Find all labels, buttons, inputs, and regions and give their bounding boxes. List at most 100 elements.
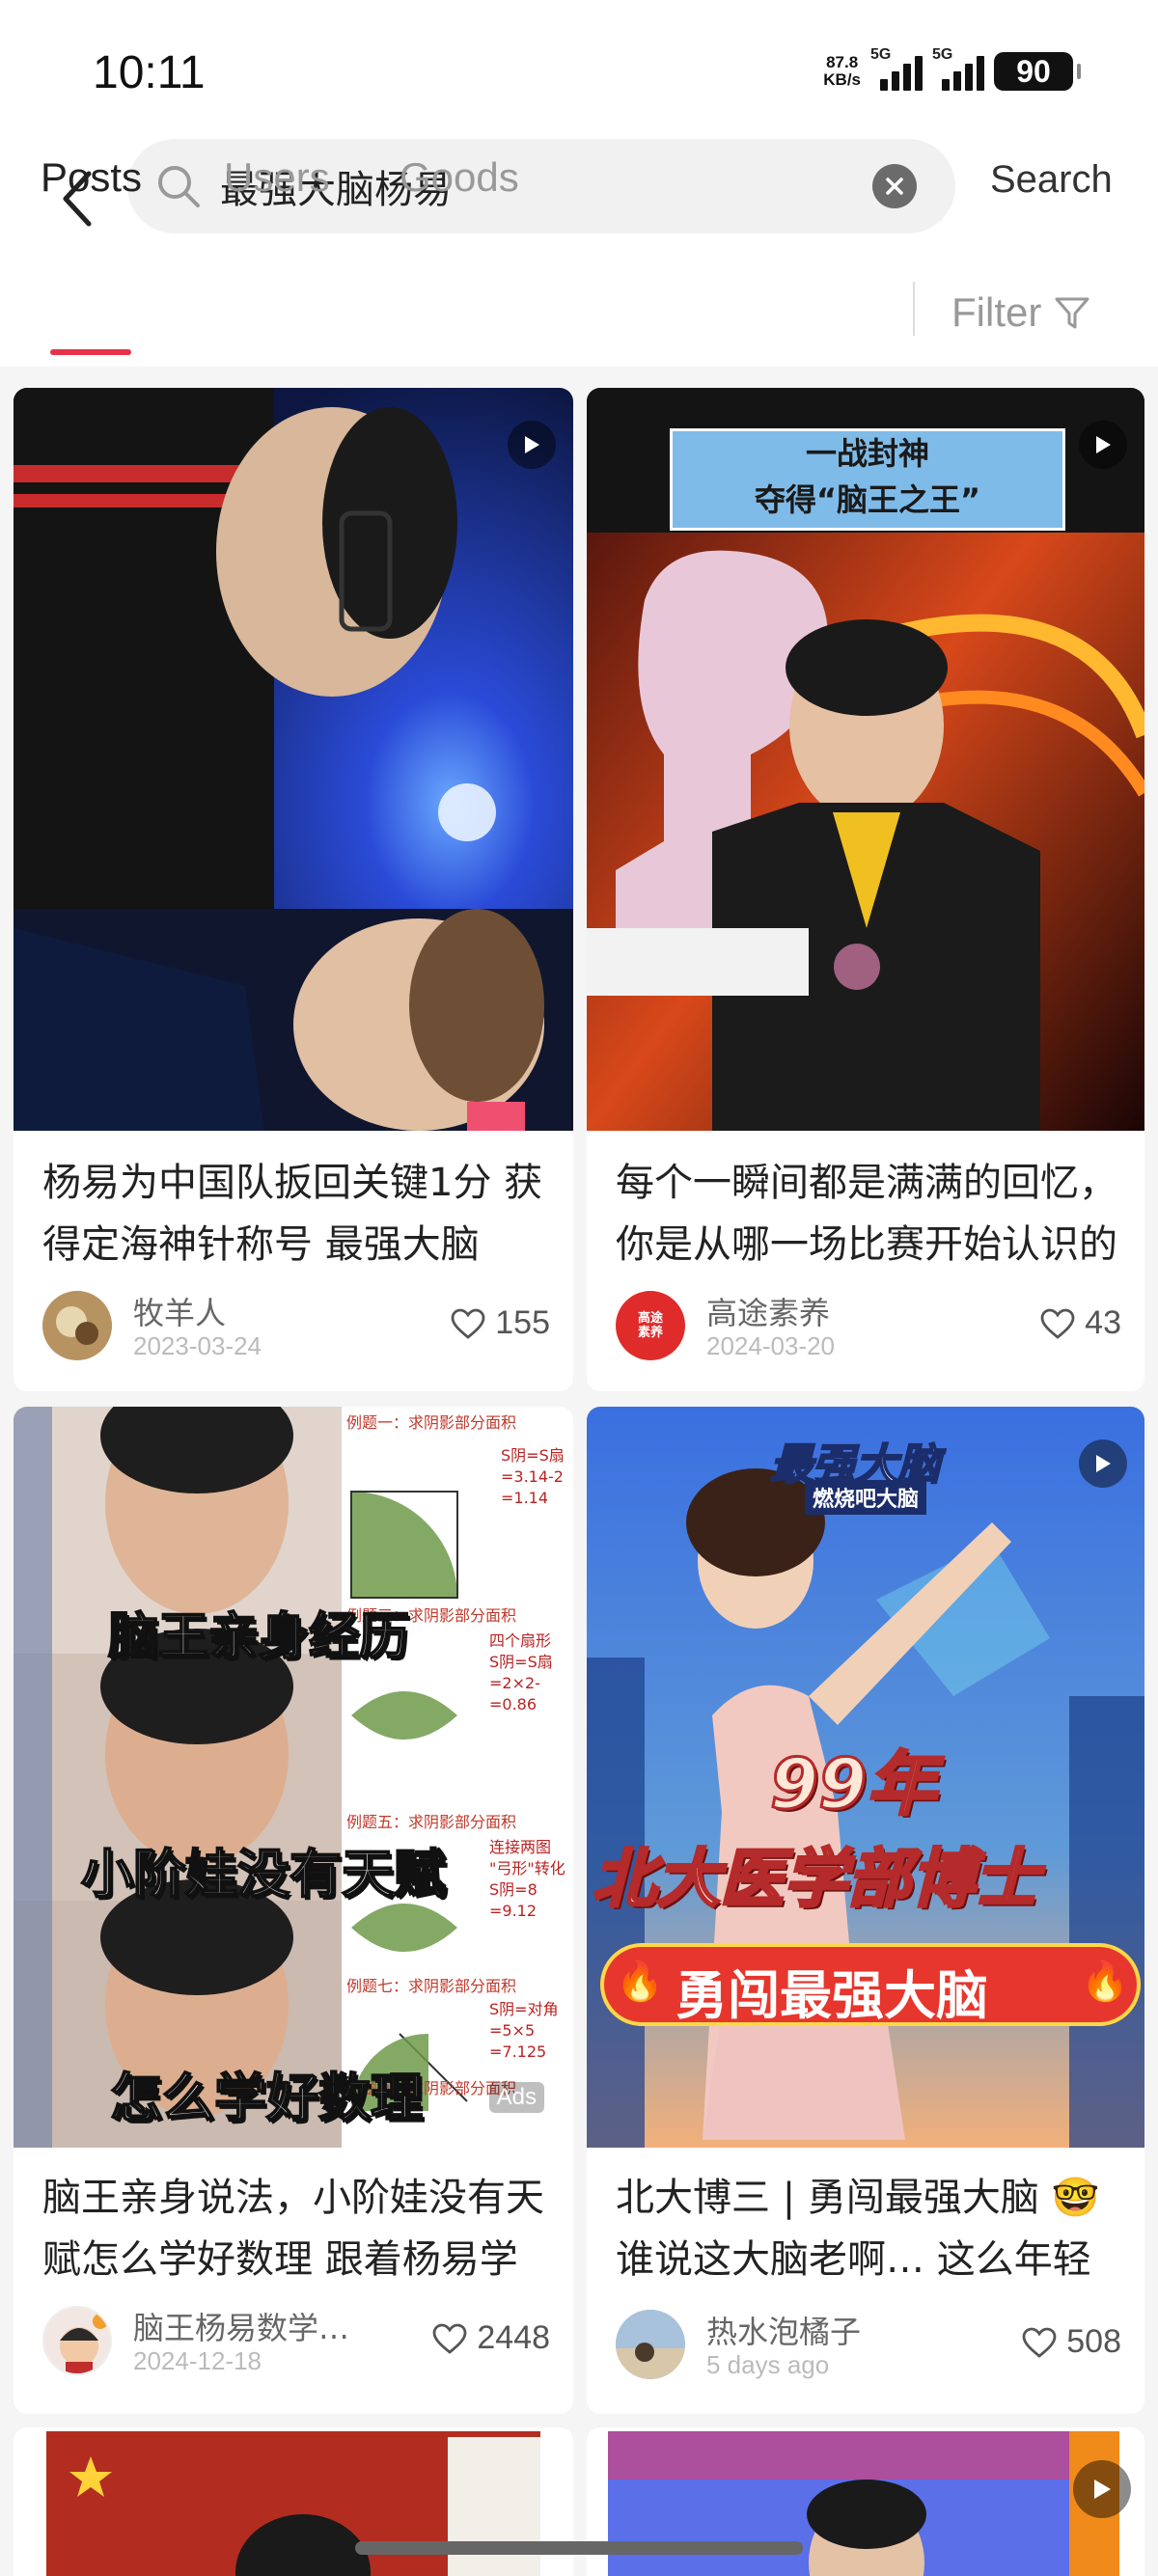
worksheet-heading: 例题七：求阴影部分面积 xyxy=(346,1977,517,1995)
show-logo-sub: 燃烧吧大脑 xyxy=(805,1480,927,1515)
worksheet-step: =2×2- xyxy=(489,1674,540,1692)
thumbnail-caption: 怎么学好数理 xyxy=(109,2067,424,2129)
worksheet-step: =5×5 xyxy=(489,2021,536,2040)
post-author[interactable]: 牧羊人 xyxy=(133,1289,226,1333)
worksheet-step: S阴=对角 xyxy=(489,2000,559,2018)
signal-label-2: 5G xyxy=(932,46,953,63)
banner-line-1: 一战封神 xyxy=(805,435,929,472)
heart-icon xyxy=(451,1308,485,1339)
play-icon xyxy=(1079,421,1127,469)
worksheet-step: 四个扇形 xyxy=(489,1631,552,1650)
worksheet-problem: 例题一：求阴影部分面积 S阴=S扇 =3.14-2 =1.14 xyxy=(346,1412,573,1507)
heart-icon xyxy=(1022,2327,1057,2358)
divider xyxy=(913,282,915,336)
fire-icon: 🔥 xyxy=(1081,1959,1129,2004)
worksheet-heading: 例题一：求阴影部分面积 xyxy=(346,1413,517,1432)
worksheet-step: 连接两图 xyxy=(489,1838,552,1856)
play-icon xyxy=(508,421,556,469)
post-title: 杨易为中国队扳回关键1分 获得定海神针称号 最强大脑 xyxy=(42,1161,543,1267)
post-title: 每个一瞬间都是满满的回忆，你是从哪一场比赛开始认识的 xyxy=(616,1161,1117,1267)
avatar[interactable]: 高途 素养 xyxy=(616,1291,685,1360)
play-icon xyxy=(1079,1439,1127,1488)
status-time: 10:11 xyxy=(93,47,206,98)
worksheet-problem: 例题五：求阴影部分面积 连接两图 "弓形"转化 S阴=8 =9.12 xyxy=(346,1812,573,1920)
thumbnail-caption: 小阶娃没有天赋 xyxy=(80,1843,447,1905)
post-thumbnail: 例题一：求阴影部分面积 S阴=S扇 =3.14-2 =1.14 例题三：求阴影部… xyxy=(14,1407,573,2148)
worksheet-step: S阴=S扇 xyxy=(501,1446,565,1465)
post-card[interactable]: 杨易为中国队扳回关键1分 获得定海神针称号 最强大脑 牧羊人 2023-03-2… xyxy=(14,388,573,1391)
heart-icon xyxy=(1040,1308,1075,1339)
avatar[interactable] xyxy=(616,2310,685,2379)
post-card[interactable]: 例题一：求阴影部分面积 S阴=S扇 =3.14-2 =1.14 例题三：求阴影部… xyxy=(14,1407,573,2414)
play-icon xyxy=(1073,2460,1131,2518)
like-count: 2448 xyxy=(477,2319,550,2356)
post-meta: 牧羊人 2023-03-24 155 xyxy=(42,1287,550,1364)
like-count: 508 xyxy=(1066,2323,1121,2360)
search-header: Search Posts Users Goods Filter xyxy=(0,135,1158,367)
like-count: 43 xyxy=(1085,1304,1121,1341)
worksheet-step: =0.86 xyxy=(489,1695,538,1713)
post-card[interactable]: 最强大脑 燃烧吧大脑 99年 北大医学部博士 🔥 勇闯最强大脑 🔥 北大博三 |… xyxy=(587,1407,1144,2414)
signal-label: 5G xyxy=(870,46,892,63)
worksheet-step: =7.125 xyxy=(489,2042,547,2061)
post-title: 北大博三 | 勇闯最强大脑 🤓谁说这大脑老啊… 这么年轻 xyxy=(616,2176,1100,2282)
active-tab-indicator xyxy=(50,349,131,355)
tab-users[interactable]: Users xyxy=(224,154,330,201)
thumbnail-banner: 一战封神 夺得“脑王之王” xyxy=(670,428,1065,531)
like-button[interactable]: 155 xyxy=(451,1304,550,1342)
thumbnail-image xyxy=(14,388,573,1131)
pill-text: 勇闯最强大脑 xyxy=(676,1965,988,2026)
worksheet-step: "弓形"转化 xyxy=(489,1859,565,1877)
banner-line-2: 夺得“脑王之王” xyxy=(754,481,981,518)
worksheet-steps: S阴=S扇 =3.14-2 =1.14 xyxy=(501,1445,565,1509)
worksheet-steps: S阴=对角 =5×5 =7.125 xyxy=(489,1999,559,2063)
filter-icon xyxy=(1055,297,1089,329)
network-speed-unit: KB/s xyxy=(823,70,861,89)
thumbnail-caption: 北大医学部博士 xyxy=(592,1841,1040,1918)
worksheet-heading: 例题五：求阴影部分面积 xyxy=(346,1813,517,1831)
heart-icon xyxy=(432,2323,467,2354)
signal-icon-2: 5G xyxy=(932,46,984,91)
post-meta: 高途 素养 高途素养 2024-03-20 43 xyxy=(616,1287,1121,1364)
filter-label: Filter xyxy=(951,289,1042,335)
status-icons: 87.8 KB/s 5G 5G 90 xyxy=(823,46,1081,91)
battery-icon: 90 xyxy=(994,52,1081,91)
worksheet-step: S阴=8 xyxy=(489,1880,538,1899)
network-speed: 87.8 KB/s xyxy=(823,54,861,89)
fire-icon: 🔥 xyxy=(616,1959,664,2004)
search-button[interactable]: Search xyxy=(990,158,1113,202)
post-date: 2024-12-18 xyxy=(133,2346,262,2375)
tab-posts[interactable]: Posts xyxy=(41,154,142,201)
network-speed-value: 87.8 xyxy=(826,53,859,71)
avatar[interactable] xyxy=(42,1291,112,1360)
signal-icon: 5G xyxy=(870,46,923,91)
close-icon xyxy=(886,178,903,195)
worksheet-problem: 例题七：求阴影部分面积 S阴=对角 =5×5 =7.125 xyxy=(346,1976,573,2061)
thumbnail-caption: 99年 xyxy=(768,1742,937,1826)
clear-search-button[interactable] xyxy=(872,164,917,208)
post-card[interactable]: 一战封神 夺得“脑王之王” 每个一瞬间都是满满的回忆，你是从哪一场比赛开始认识的… xyxy=(587,388,1144,1391)
post-date: 5 days ago xyxy=(706,2350,830,2379)
status-bar: 10:11 87.8 KB/s 5G 5G 90 xyxy=(0,0,1158,135)
filter-button[interactable]: Filter xyxy=(951,289,1091,336)
post-thumbnail xyxy=(14,388,573,1131)
post-date: 2024-03-20 xyxy=(706,1331,835,1360)
worksheet-step: S阴=S扇 xyxy=(489,1653,553,1671)
post-meta: 热水泡橘子 5 days ago 508 xyxy=(616,2306,1121,2383)
post-author[interactable]: 热水泡橘子 xyxy=(706,2308,861,2352)
like-count: 155 xyxy=(495,1304,550,1341)
worksheet-step: =3.14-2 xyxy=(501,1467,564,1486)
avatar[interactable] xyxy=(42,2306,112,2375)
like-button[interactable]: 508 xyxy=(1022,2323,1121,2361)
post-author[interactable]: 脑王杨易数学思维 xyxy=(133,2304,374,2348)
post-title: 脑王亲身说法，小阶娃没有天赋怎么学好数理 跟着杨易学数学 xyxy=(42,2176,544,2282)
home-indicator[interactable] xyxy=(355,2541,803,2555)
ads-badge: Ads xyxy=(488,2082,544,2113)
post-thumbnail: 最强大脑 燃烧吧大脑 99年 北大医学部博士 🔥 勇闯最强大脑 🔥 xyxy=(587,1407,1144,2148)
like-button[interactable]: 43 xyxy=(1040,1304,1121,1342)
post-author[interactable]: 高途素养 xyxy=(706,1289,830,1333)
worksheet-steps: 连接两图 "弓形"转化 S阴=8 =9.12 xyxy=(489,1837,565,1922)
worksheet-step: =1.14 xyxy=(501,1489,549,1507)
like-button[interactable]: 2448 xyxy=(432,2319,550,2357)
tab-goods[interactable]: Goods xyxy=(400,154,519,201)
